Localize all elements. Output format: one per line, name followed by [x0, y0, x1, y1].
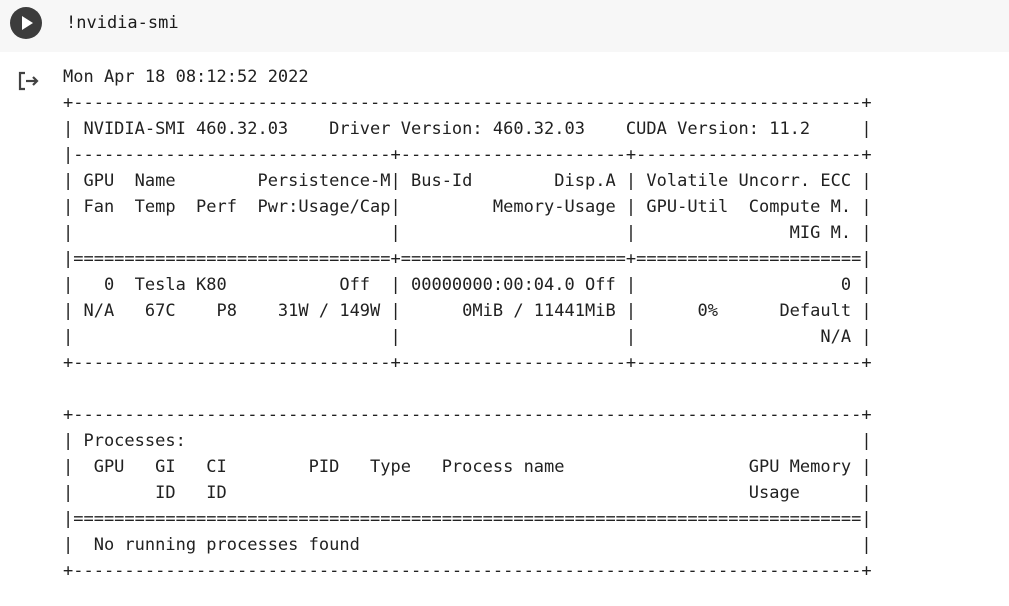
output-line: +---------------------------------------…	[63, 405, 872, 425]
output-line: | ID ID Usage |	[63, 483, 872, 503]
output-line: | NVIDIA-SMI 460.32.03 Driver Version: 4…	[63, 119, 872, 139]
output-line: | GPU Name Persistence-M| Bus-Id Disp.A …	[63, 171, 872, 191]
output-line: | No running processes found |	[63, 535, 872, 555]
output-line: +---------------------------------------…	[63, 561, 872, 581]
output-line: | | | N/A |	[63, 327, 872, 347]
output-line: +-------------------------------+-------…	[63, 353, 872, 373]
output-redirect-icon[interactable]	[16, 68, 42, 94]
output-line: | N/A 67C P8 31W / 149W | 0MiB / 11441Mi…	[63, 301, 872, 321]
output-line: |-------------------------------+-------…	[63, 145, 872, 165]
output-line: |===============================+=======…	[63, 249, 872, 269]
cell-code-text[interactable]: !nvidia-smi	[66, 10, 179, 36]
output-line: |=======================================…	[63, 509, 872, 529]
output-line: | | | MIG M. |	[63, 223, 872, 243]
play-icon	[22, 16, 33, 30]
output-line: | GPU GI CI PID Type Process name GPU Me…	[63, 457, 872, 477]
output-line: | Fan Temp Perf Pwr:Usage/Cap| Memory-Us…	[63, 197, 872, 217]
run-cell-button[interactable]	[10, 7, 42, 39]
cell-output: Mon Apr 18 08:12:52 2022 +---------------…	[63, 64, 872, 584]
output-line: | 0 Tesla K80 Off | 00000000:00:04.0 Off…	[63, 275, 872, 295]
output-timestamp: Mon Apr 18 08:12:52 2022	[63, 67, 309, 87]
output-line: +---------------------------------------…	[63, 93, 872, 113]
code-cell[interactable]: !nvidia-smi	[0, 0, 1009, 52]
output-line: | Processes: |	[63, 431, 872, 451]
